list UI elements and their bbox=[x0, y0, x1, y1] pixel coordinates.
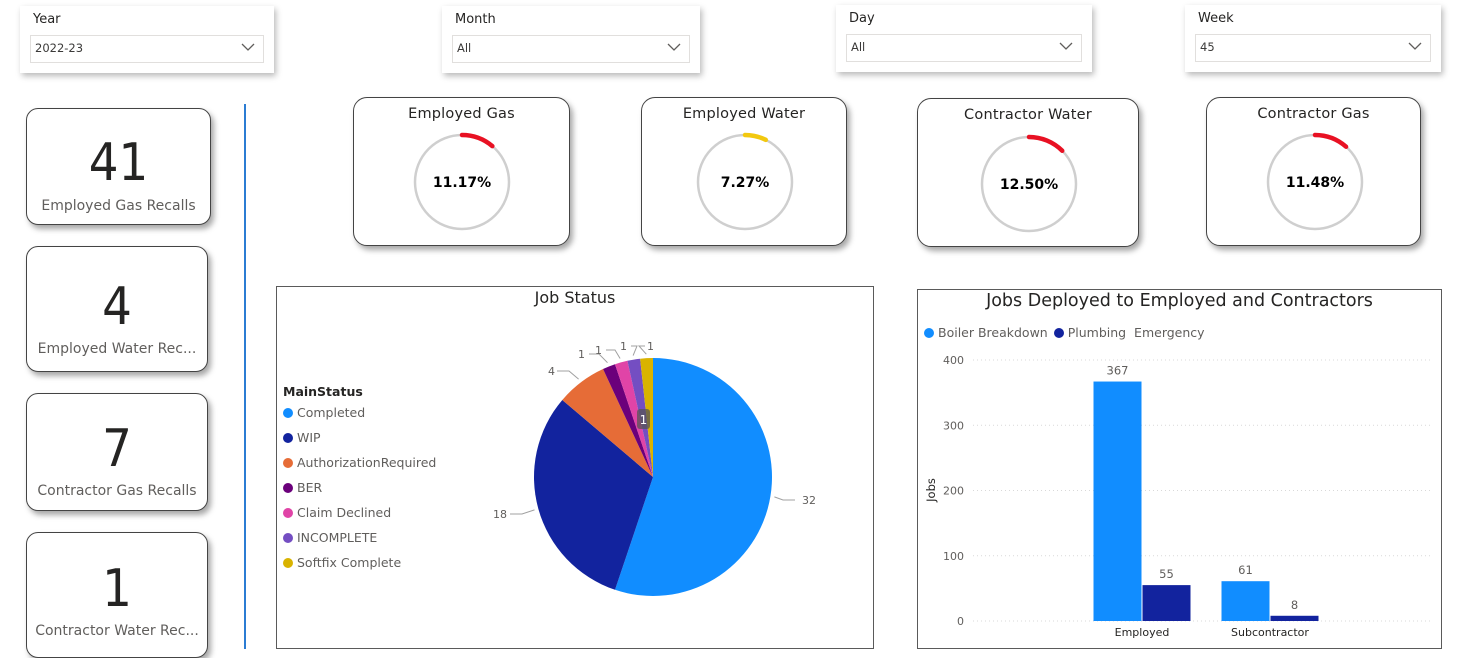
gauge-fill-arc bbox=[1026, 134, 1065, 154]
chevron-down-icon bbox=[1408, 42, 1422, 50]
pie-data-label: 32 bbox=[802, 494, 816, 507]
gauge-ring: 11.17% bbox=[413, 132, 511, 231]
y-axis-label: Jobs bbox=[924, 478, 938, 503]
pie-leader-line bbox=[606, 349, 621, 359]
pie-data-label: 1 bbox=[595, 344, 602, 357]
bar-data-label: 8 bbox=[1291, 598, 1298, 612]
gauge-ring: 7.27% bbox=[696, 132, 794, 231]
pie-leader-line bbox=[631, 345, 638, 356]
bar-data-label: 61 bbox=[1238, 563, 1253, 577]
year-dropdown-value: 2022-23 bbox=[35, 41, 84, 55]
gauge-value: 11.17% bbox=[433, 175, 491, 191]
day-slicer-label: Day bbox=[849, 11, 875, 26]
employed-gas-recalls-card: 41 Employed Gas Recalls bbox=[26, 108, 211, 225]
card-value: 41 bbox=[88, 133, 149, 193]
contractor-gas-recalls-card: 7 Contractor Gas Recalls bbox=[26, 393, 208, 511]
week-dropdown-value: 45 bbox=[1200, 40, 1215, 54]
pie-leader-line bbox=[557, 370, 579, 380]
week-dropdown[interactable]: 45 bbox=[1195, 34, 1431, 62]
pie-leader-line bbox=[637, 345, 647, 355]
employed-water-gauge: Employed Water 7.27% bbox=[641, 97, 847, 246]
card-caption: Employed Water Rec... bbox=[37, 341, 197, 357]
x-tick-label: Subcontractor bbox=[1231, 626, 1309, 639]
pie-data-label: 1 bbox=[578, 348, 585, 361]
contractor-water-recalls-card: 1 Contractor Water Rec... bbox=[26, 532, 208, 658]
card-value: 7 bbox=[102, 419, 132, 479]
employed-water-recalls-card: 4 Employed Water Rec... bbox=[26, 246, 208, 372]
y-tick-label: 200 bbox=[943, 485, 964, 498]
jobs-deployed-panel: Jobs Deployed to Employed and Contractor… bbox=[917, 289, 1442, 649]
bar[interactable] bbox=[1270, 615, 1319, 621]
card-caption: Contractor Water Rec... bbox=[35, 623, 199, 639]
contractor-gas-gauge: Contractor Gas 11.48% bbox=[1206, 97, 1421, 246]
pie-leader-line bbox=[510, 509, 535, 515]
month-dropdown-value: All bbox=[457, 41, 472, 55]
month-slicer: Month All bbox=[442, 6, 700, 73]
y-tick-label: 0 bbox=[957, 615, 964, 628]
y-tick-label: 400 bbox=[943, 354, 964, 367]
bar-chart: 0 100 200 300 400 Jobs 367 55 Employed 61 8 Subcont… bbox=[924, 354, 1433, 639]
day-dropdown-value: All bbox=[851, 40, 866, 54]
gauge-fill-arc bbox=[1312, 132, 1349, 149]
pie-chart: 321841 1 1 11 bbox=[493, 340, 816, 596]
month-dropdown[interactable]: All bbox=[452, 35, 690, 63]
pie-leader-line bbox=[774, 496, 795, 501]
pie-data-label: 18 bbox=[493, 508, 507, 521]
bar-data-label: 55 bbox=[1159, 567, 1174, 581]
bar[interactable] bbox=[1093, 381, 1142, 621]
week-slicer-label: Week bbox=[1198, 11, 1234, 26]
month-slicer-label: Month bbox=[455, 12, 496, 27]
pie-hover-badge-text: 1 bbox=[640, 413, 648, 427]
chevron-down-icon bbox=[1059, 42, 1073, 50]
gauge-value: 7.27% bbox=[721, 175, 770, 191]
pie-data-label: 1 bbox=[620, 340, 627, 353]
x-tick-label: Employed bbox=[1115, 626, 1170, 639]
card-value: 1 bbox=[102, 559, 132, 619]
chevron-down-icon bbox=[241, 43, 255, 51]
gauge-ring: 12.50% bbox=[980, 134, 1078, 233]
year-slicer-label: Year bbox=[33, 12, 61, 27]
bar[interactable] bbox=[1221, 581, 1270, 621]
job-status-panel: Job Status MainStatus Completed WIP Author… bbox=[276, 286, 874, 649]
y-tick-label: 100 bbox=[943, 550, 964, 563]
gauge-ring: 11.48% bbox=[1266, 132, 1364, 231]
year-slicer: Year 2022-23 bbox=[20, 6, 274, 73]
contractor-water-gauge: Contractor Water 12.50% bbox=[917, 98, 1139, 247]
bar[interactable] bbox=[1142, 585, 1191, 621]
card-caption: Contractor Gas Recalls bbox=[37, 483, 197, 499]
day-dropdown[interactable]: All bbox=[846, 34, 1082, 62]
year-dropdown[interactable]: 2022-23 bbox=[30, 35, 264, 63]
gauge-value: 11.48% bbox=[1286, 175, 1344, 191]
employed-gas-gauge: Employed Gas 11.17% bbox=[353, 97, 570, 246]
week-slicer: Week 45 bbox=[1185, 5, 1441, 72]
pie-data-label: 1 bbox=[647, 340, 654, 353]
card-caption: Employed Gas Recalls bbox=[41, 198, 196, 214]
divider-line bbox=[244, 104, 246, 649]
day-slicer: Day All bbox=[836, 5, 1092, 72]
pie-data-label: 4 bbox=[548, 365, 555, 378]
chevron-down-icon bbox=[667, 43, 681, 51]
bar-data-label: 367 bbox=[1107, 364, 1129, 378]
gauge-fill-arc bbox=[459, 132, 495, 149]
gauge-value: 12.50% bbox=[1000, 177, 1058, 193]
y-tick-label: 300 bbox=[943, 419, 964, 432]
card-value: 4 bbox=[102, 277, 132, 337]
gauge-fill-arc bbox=[742, 132, 768, 143]
